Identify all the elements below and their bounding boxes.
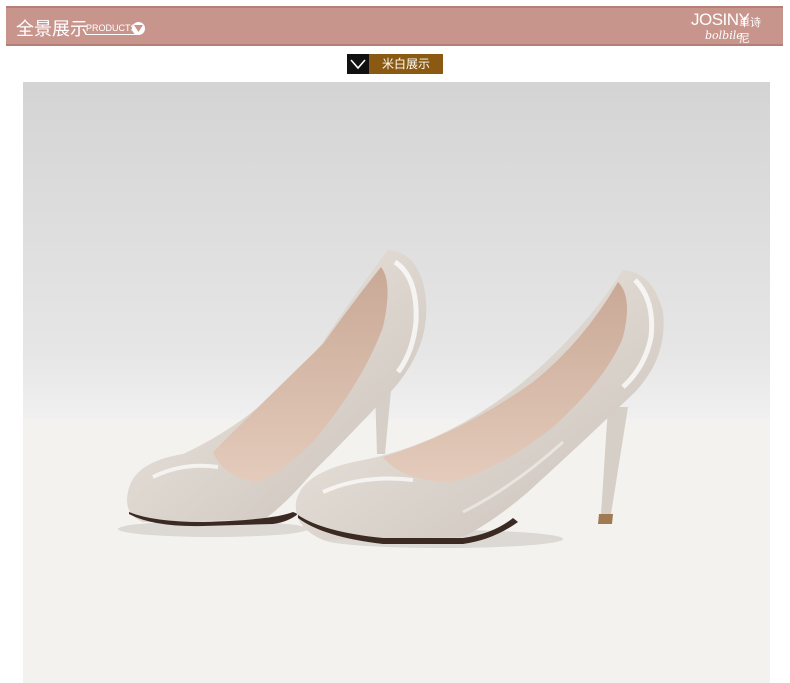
brand-logo: JOSINY 卓诗尼 bolbile <box>691 10 771 45</box>
chevron-icon <box>347 54 369 74</box>
chevron-down-icon[interactable] <box>132 22 145 35</box>
logo-script: bolbile <box>705 29 743 42</box>
shoe-illustration <box>118 250 664 548</box>
color-tag-label: 米白展示 <box>369 54 443 74</box>
product-photo <box>23 82 770 683</box>
logo-chinese: 卓诗尼 <box>739 16 761 45</box>
section-header: 全景展示 PRODUCTS JOSINY 卓诗尼 bolbile <box>6 6 783 46</box>
color-tag: 米白展示 <box>347 54 443 74</box>
section-subtitle: PRODUCTS <box>86 23 137 35</box>
section-title: 全景展示 <box>16 19 88 40</box>
